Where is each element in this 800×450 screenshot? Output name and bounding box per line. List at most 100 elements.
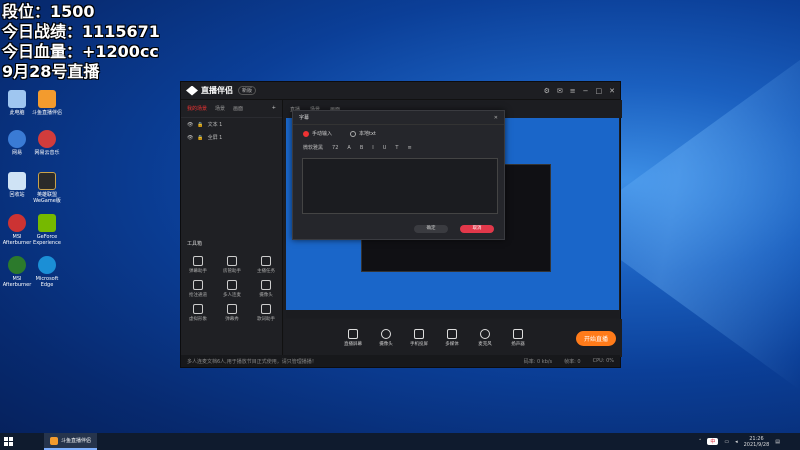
status-message: 多人连麦文档6人,用于播放节目正式使用，请只管理播播！ [187, 358, 317, 365]
desktop-icon-douyu[interactable]: 斗鱼直播伴侣 [30, 90, 64, 116]
desktop-icon-afterburner[interactable]: MSI Afterburner [0, 214, 34, 246]
add-icon[interactable]: + [272, 105, 276, 112]
tool-avatar[interactable]: 虚拟形象 [183, 304, 213, 322]
mic-group-icon [227, 280, 237, 290]
avatar-icon [193, 304, 203, 314]
radio-local-file[interactable]: 本地txt [350, 130, 376, 137]
start-button[interactable] [0, 433, 16, 450]
phone-cast-button[interactable]: 手机投屏 [408, 329, 430, 347]
camera-icon [381, 329, 391, 339]
chat-icon [193, 256, 203, 266]
bold-button[interactable]: B [360, 145, 363, 151]
tool-lyrics[interactable]: 歌词助手 [251, 304, 281, 322]
afterburner-icon [8, 256, 26, 274]
tab-my-scenes[interactable]: 我的场景 [187, 105, 207, 112]
tool-danmaku-show[interactable]: 弹幕秀 [217, 304, 247, 322]
confirm-button[interactable]: 确定 [414, 225, 448, 233]
speaker-icon [513, 329, 523, 339]
tool-camera[interactable]: 摄像头 [251, 280, 281, 298]
task-icon [261, 256, 271, 266]
overlay-rank: 段位：1500 [2, 2, 95, 21]
font-size-select[interactable]: 72 [332, 145, 338, 151]
close-icon[interactable]: ✕ [494, 115, 498, 121]
scene-tabs: 我的场景 场景 画面 + [181, 100, 282, 118]
recycle-icon [8, 172, 26, 190]
afterburner-icon [8, 214, 26, 232]
tab-picture[interactable]: 画面 [233, 105, 243, 112]
lock-icon[interactable]: 🔒 [197, 122, 203, 128]
text-style-button[interactable]: T [395, 145, 398, 151]
dialog-buttons: 确定 取消 [414, 225, 494, 233]
subtitle-dialog: 字幕 ✕ 手动输入 本地txt 微软雅黑 72 A B I U T ≡ 确定 取… [292, 110, 505, 240]
font-select[interactable]: 微软雅黑 [303, 144, 323, 151]
overlay-record: 今日战绩：1115671 [2, 22, 160, 41]
version-badge[interactable]: 新版 [238, 86, 257, 95]
clock[interactable]: 21:26 2021/9/28 [744, 436, 770, 448]
eye-icon[interactable]: 👁 [187, 122, 193, 128]
cancel-button[interactable]: 取消 [460, 225, 494, 233]
tool-danmaku[interactable]: 弹幕助手 [183, 256, 213, 274]
media-button[interactable]: 多媒体 [441, 329, 463, 347]
live-icon [50, 436, 58, 445]
overlay-date: 9月28号直播 [2, 62, 100, 81]
live-icon [38, 90, 56, 108]
mic-button[interactable]: 麦克风 [474, 329, 496, 347]
ime-indicator[interactable]: 中 [707, 438, 719, 445]
tool-room-admin[interactable]: 房管助手 [217, 256, 247, 274]
network-icon[interactable]: ▭ [724, 439, 729, 445]
radio-manual[interactable]: 手动输入 [303, 130, 332, 137]
chevron-up-icon[interactable]: ˄ [699, 439, 702, 445]
text-color-icon[interactable]: A [347, 145, 350, 151]
microphone-icon [480, 329, 490, 339]
underline-button[interactable]: U [383, 145, 387, 151]
scene-panel: 我的场景 场景 画面 + 👁 🔒 文本 1 👁 🔒 全屏 1 工具箱 弹幕助手 … [181, 100, 283, 357]
tool-register[interactable]: 抢注通道 [183, 280, 213, 298]
subtitle-text-area[interactable] [302, 158, 498, 214]
monitor-icon [348, 329, 358, 339]
phone-icon [414, 329, 424, 339]
italic-button[interactable]: I [372, 145, 373, 151]
dialog-titlebar: 字幕 ✕ [293, 111, 504, 125]
desktop-icon-this-pc[interactable]: 此电脑 [0, 90, 34, 116]
taskbar-app-live[interactable]: 斗鱼直播伴侣 [44, 433, 98, 450]
media-icon [447, 329, 457, 339]
settings-icon[interactable]: ⚙ [544, 87, 550, 95]
system-tray: ˄ 中 ▭ ◂ 21:26 2021/9/28 ▤ [699, 436, 800, 448]
close-icon[interactable]: ✕ [609, 87, 615, 95]
overlay-health: 今日血量：+1200cc [2, 42, 159, 61]
tool-tasks[interactable]: 主播任务 [251, 256, 281, 274]
notification-icon[interactable]: ▤ [775, 439, 780, 445]
mail-icon[interactable]: ✉ [557, 87, 563, 95]
dialog-title: 字幕 [299, 115, 310, 121]
window-controls: ⚙ ✉ ≡ − □ ✕ [544, 87, 615, 95]
desktop-icon-geforce[interactable]: GeForce Experience [30, 214, 64, 246]
maximize-icon[interactable]: □ [596, 87, 603, 95]
app-logo: 直播伴侣 [186, 85, 233, 96]
desktop-icon-netease[interactable]: 网易 [0, 130, 34, 156]
desktop-icon-recycle-bin[interactable]: 回收站 [0, 172, 34, 198]
tool-multi-mic[interactable]: 多人连麦 [217, 280, 247, 298]
screen-capture-button[interactable]: 直播屏幕 [342, 329, 364, 347]
volume-icon[interactable]: ◂ [735, 439, 738, 445]
lock-icon[interactable]: 🔒 [197, 135, 203, 141]
desktop-icon-edge[interactable]: Microsoft Edge [30, 256, 64, 288]
speaker-button[interactable]: 扬声器 [507, 329, 529, 347]
format-toolbar: 微软雅黑 72 A B I U T ≡ [293, 142, 504, 153]
camera-button[interactable]: 摄像头 [375, 329, 397, 347]
desktop-icon-afterburner-2[interactable]: MSI Afterburner [0, 256, 34, 288]
align-button[interactable]: ≡ [407, 145, 411, 151]
toolbox-header: 工具箱 [187, 241, 203, 247]
minimize-icon[interactable]: − [583, 87, 589, 95]
eye-icon[interactable]: 👁 [187, 135, 193, 141]
tab-scene[interactable]: 场景 [215, 105, 225, 112]
desktop-icon-lol[interactable]: 英雄联盟WeGame版 [30, 172, 64, 204]
start-live-button[interactable]: 开始直播 [575, 330, 616, 346]
computer-icon [8, 90, 26, 108]
desktop-icon-music[interactable]: 网易云音乐 [30, 130, 64, 156]
stream-stats: 码率: 0 kb/s 帧率: 0 CPU: 0% [523, 357, 614, 365]
show-icon [227, 304, 237, 314]
layer-item[interactable]: 👁 🔒 全屏 1 [181, 131, 282, 144]
layer-item[interactable]: 👁 🔒 文本 1 [181, 118, 282, 131]
netease-icon [8, 130, 26, 148]
menu-icon[interactable]: ≡ [570, 87, 576, 95]
